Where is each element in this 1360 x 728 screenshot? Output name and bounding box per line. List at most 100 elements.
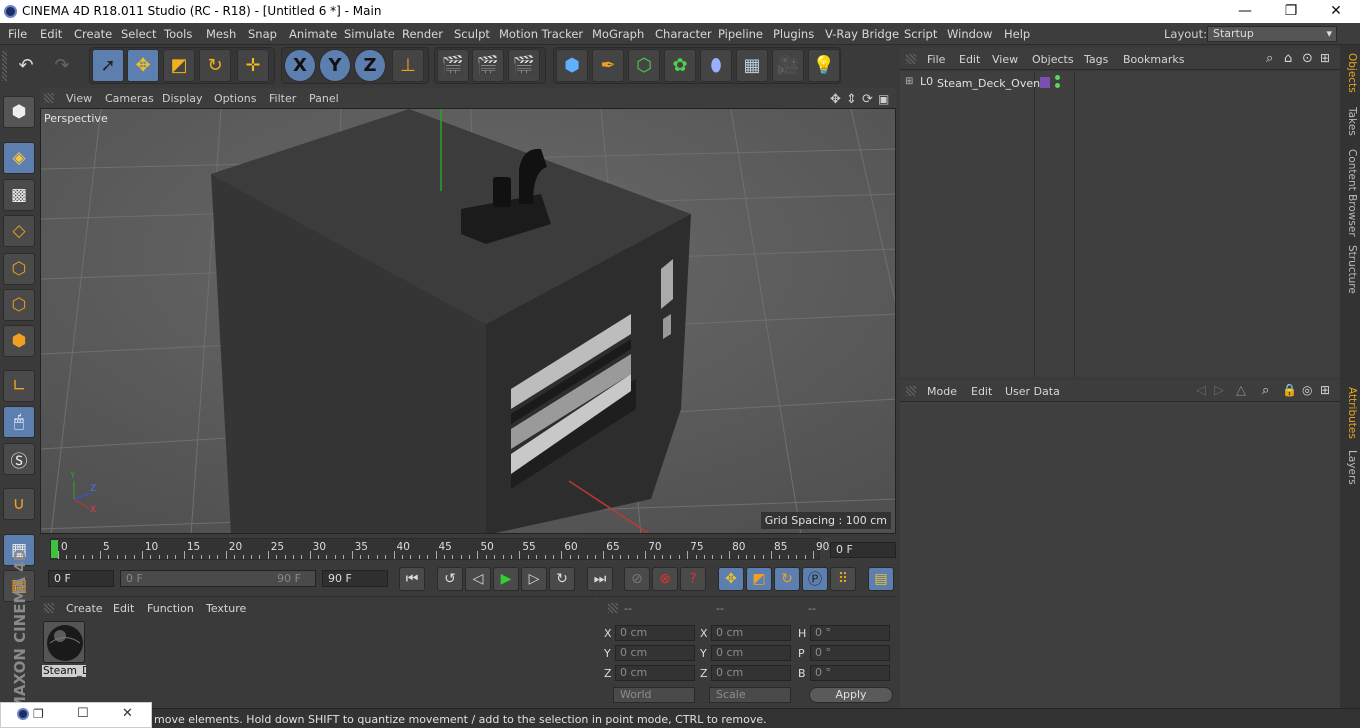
attribute-menu-edit[interactable]: Edit [971, 385, 992, 398]
menu-file[interactable]: File [8, 27, 27, 41]
material-menu-create[interactable]: Create [66, 602, 103, 615]
viewport-menu-cameras[interactable]: Cameras [105, 92, 154, 105]
menu-mograph[interactable]: MoGraph [592, 27, 644, 41]
viewport-maximize-icon[interactable]: ▣ [878, 92, 889, 106]
editor-visibility-dot-icon[interactable] [1055, 75, 1060, 80]
size-x-field[interactable]: 0 cm [711, 625, 791, 641]
coordinate-space-dropdown[interactable]: World [613, 687, 695, 703]
pos-y-field[interactable]: 0 cm [615, 645, 695, 661]
object-nav-icon[interactable]: ⊙ [1302, 51, 1313, 66]
z-axis-lock-icon[interactable]: Z [354, 49, 386, 82]
deformer-icon[interactable]: ⬮ [700, 49, 732, 82]
tweak-mode-icon[interactable]: 🖱 [3, 406, 35, 438]
object-menu-bookmarks[interactable]: Bookmarks [1123, 53, 1184, 66]
attribute-lock-icon[interactable]: 🔒 [1282, 383, 1297, 397]
recent-tool-icon[interactable]: ✛ [237, 49, 269, 82]
start-frame-field[interactable]: 0 F [48, 570, 114, 587]
goto-start-icon[interactable]: ⏮ [399, 567, 425, 591]
current-frame-field[interactable]: 0 F [830, 542, 896, 558]
make-editable-icon[interactable]: ⬢ [3, 96, 35, 128]
viewport-menu-filter[interactable]: Filter [269, 92, 296, 105]
attribute-settings-icon[interactable]: ◎ [1302, 383, 1312, 397]
attribute-back-icon[interactable]: ◁ [1196, 383, 1206, 398]
viewport-menu-handle[interactable] [44, 93, 54, 103]
render-picture-viewer-icon[interactable]: 🎬 [472, 49, 504, 82]
pen-spline-icon[interactable]: ✒ [592, 49, 624, 82]
goto-end-icon[interactable]: ⏭ [587, 567, 613, 591]
next-frame-icon[interactable]: ▷ [521, 567, 547, 591]
menu-vray-bridge[interactable]: V-Ray Bridge [825, 27, 899, 41]
scale-tool-icon[interactable]: ◩ [163, 49, 195, 82]
points-mode-icon[interactable]: ⬡ [3, 253, 35, 285]
menu-create[interactable]: Create [74, 27, 112, 41]
key-scale-icon[interactable]: ◩ [746, 567, 772, 591]
viewport-zoom-icon[interactable]: ⇕ [846, 92, 857, 107]
pos-x-field[interactable]: 0 cm [615, 625, 695, 641]
size-y-field[interactable]: 0 cm [711, 645, 791, 661]
layer-color-swatch[interactable] [1040, 77, 1050, 88]
texture-mode-icon[interactable]: ▩ [3, 179, 35, 211]
perspective-viewport[interactable]: Perspective Y Z X Grid Spacing : 100 cm [40, 108, 896, 534]
rot-b-field[interactable]: 0 ° [810, 665, 890, 681]
keyframe-selection-icon[interactable]: ? [680, 567, 706, 591]
key-pla-icon[interactable]: ⠿ [830, 567, 856, 591]
menu-edit[interactable]: Edit [40, 27, 62, 41]
size-mode-dropdown[interactable]: Scale [709, 687, 791, 703]
tab-content-browser[interactable]: Content Browser [1342, 149, 1358, 237]
menu-snap[interactable]: Snap [248, 27, 277, 41]
viewport-rotate-icon[interactable]: ⟳ [862, 92, 873, 107]
viewport-menu-view[interactable]: View [66, 92, 92, 105]
object-row-steam-deck-oven[interactable]: ⊞ L0 Steam_Deck_Oven [900, 74, 1340, 92]
menu-tools[interactable]: Tools [164, 27, 192, 41]
play-icon[interactable]: ▶ [493, 567, 519, 591]
object-menu-handle[interactable] [906, 54, 916, 64]
model-mode-icon[interactable]: ◈ [3, 142, 35, 174]
minimize-button[interactable]: — [1222, 0, 1268, 23]
light-icon[interactable]: 💡 [808, 49, 840, 82]
rot-h-field[interactable]: 0 ° [810, 625, 890, 641]
render-visibility-dot-icon[interactable] [1055, 83, 1060, 88]
viewport-menu-options[interactable]: Options [214, 92, 256, 105]
minimized-restore-icon[interactable]: ❐ [33, 707, 44, 721]
x-axis-lock-icon[interactable]: X [284, 49, 316, 82]
viewport-pan-icon[interactable]: ✥ [830, 92, 841, 107]
menu-window[interactable]: Window [947, 27, 992, 41]
attribute-menu-handle[interactable] [906, 386, 916, 396]
rotate-tool-icon[interactable]: ↻ [199, 49, 231, 82]
record-active-icon[interactable]: ⊘ [624, 567, 650, 591]
redo-icon[interactable]: ↷ [46, 49, 78, 82]
material-menu-handle[interactable] [44, 603, 54, 613]
cube-primitive-icon[interactable]: ⬢ [556, 49, 588, 82]
tab-structure[interactable]: Structure [1342, 245, 1358, 294]
menu-sculpt[interactable]: Sculpt [454, 27, 490, 41]
minimized-window[interactable]: ❐ ☐ ✕ [0, 702, 152, 728]
menu-pipeline[interactable]: Pipeline [718, 27, 763, 41]
attribute-menu-user-data[interactable]: User Data [1005, 385, 1060, 398]
material-menu-function[interactable]: Function [147, 602, 194, 615]
menu-script[interactable]: Script [904, 27, 937, 41]
attribute-menu-mode[interactable]: Mode [927, 385, 957, 398]
magnet-icon[interactable]: ∪ [3, 488, 35, 520]
autokey-icon[interactable]: ⊗ [652, 567, 678, 591]
menu-help[interactable]: Help [1004, 27, 1030, 41]
pos-z-field[interactable]: 0 cm [615, 665, 695, 681]
move-tool-icon[interactable]: ✥ [127, 49, 159, 82]
menu-mesh[interactable]: Mesh [206, 27, 236, 41]
tab-takes[interactable]: Takes [1342, 107, 1358, 136]
axis-mode-icon[interactable]: ∟ [3, 370, 35, 402]
maximize-button[interactable]: ❐ [1268, 0, 1314, 23]
object-new-panel-icon[interactable]: ⊞ [1320, 51, 1330, 65]
live-selection-icon[interactable]: ➚ [92, 49, 124, 82]
camera-icon[interactable]: 🎥 [772, 49, 804, 82]
key-parameter-icon[interactable]: Ⓟ [802, 567, 828, 591]
viewport-menu-display[interactable]: Display [162, 92, 203, 105]
edges-mode-icon[interactable]: ⬡ [3, 289, 35, 321]
object-menu-objects[interactable]: Objects [1032, 53, 1074, 66]
polygons-mode-icon[interactable]: ⬢ [3, 325, 35, 357]
object-search-icon[interactable]: ⌕ [1266, 51, 1273, 66]
close-button[interactable]: ✕ [1313, 0, 1359, 23]
menu-select[interactable]: Select [121, 27, 156, 41]
coordinate-system-icon[interactable]: ⊥ [392, 49, 424, 82]
object-menu-edit[interactable]: Edit [959, 53, 980, 66]
object-menu-file[interactable]: File [927, 53, 945, 66]
